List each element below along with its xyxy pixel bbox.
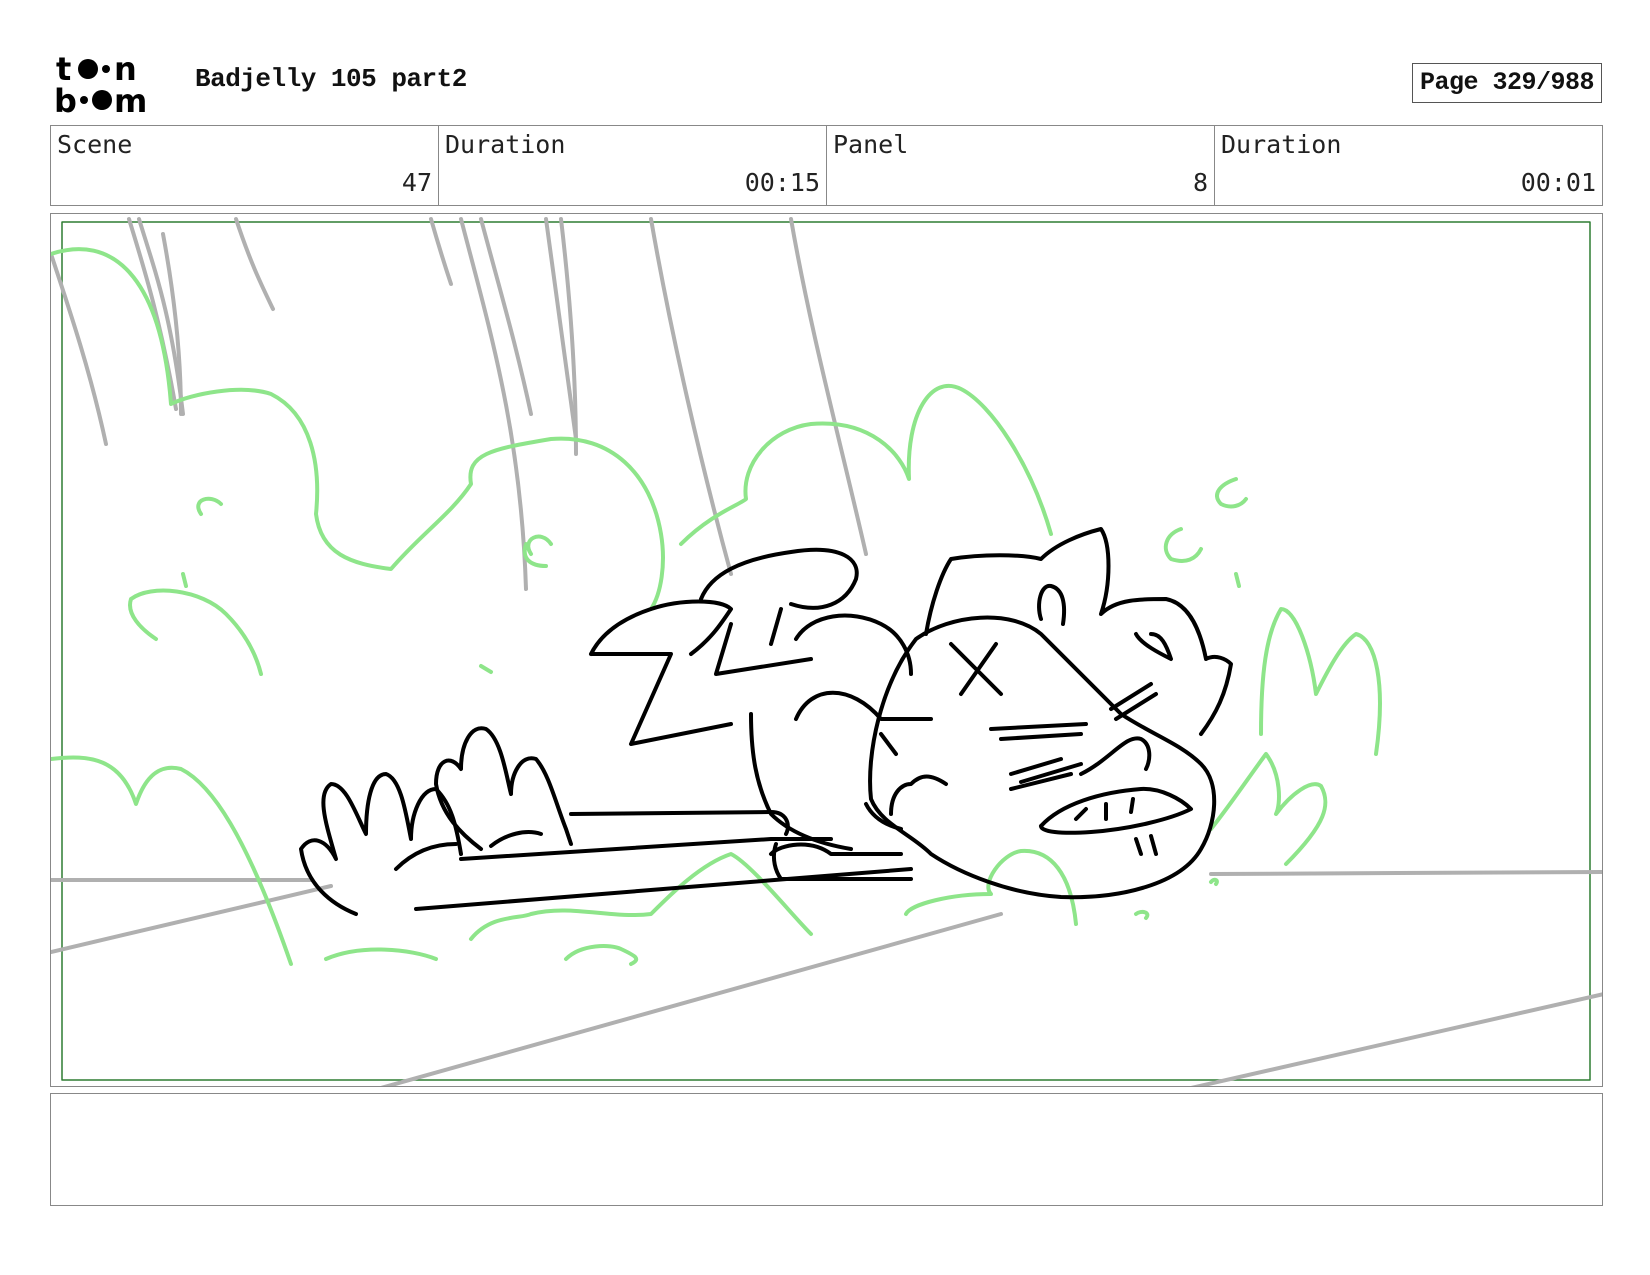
page-counter: Page 329/988 (1412, 63, 1602, 103)
scene-duration-label: Duration (445, 130, 566, 159)
safe-frame (61, 221, 1591, 1081)
panel-duration-cell: Duration 00:01 (1215, 126, 1602, 205)
svg-text:b: b (54, 82, 77, 114)
scene-value: 47 (401, 168, 432, 197)
scene-duration-cell: Duration 00:15 (439, 126, 827, 205)
scene-label: Scene (57, 130, 133, 159)
svg-text:m: m (114, 82, 147, 114)
panel-duration-label: Duration (1221, 130, 1342, 159)
scene-duration-value: 00:15 (744, 168, 820, 197)
panel-label: Panel (833, 130, 909, 159)
panel-duration-value: 00:01 (1520, 168, 1596, 197)
storyboard-panel (50, 213, 1603, 1087)
scene-cell: Scene 47 (51, 126, 439, 205)
document-title: Badjelly 105 part2 (195, 64, 467, 94)
character-sketch (299, 527, 1233, 916)
panel-cell: Panel 8 (827, 126, 1215, 205)
panel-value: 8 (1192, 168, 1208, 197)
ground-guides (51, 870, 1602, 1086)
scene-info-table: Scene 47 Duration 00:15 Panel 8 Duration… (50, 125, 1603, 206)
panel-notes-box (50, 1093, 1603, 1206)
storyboard-sketch (51, 217, 1602, 1086)
toon-boom-logo: t n b m (54, 52, 147, 114)
